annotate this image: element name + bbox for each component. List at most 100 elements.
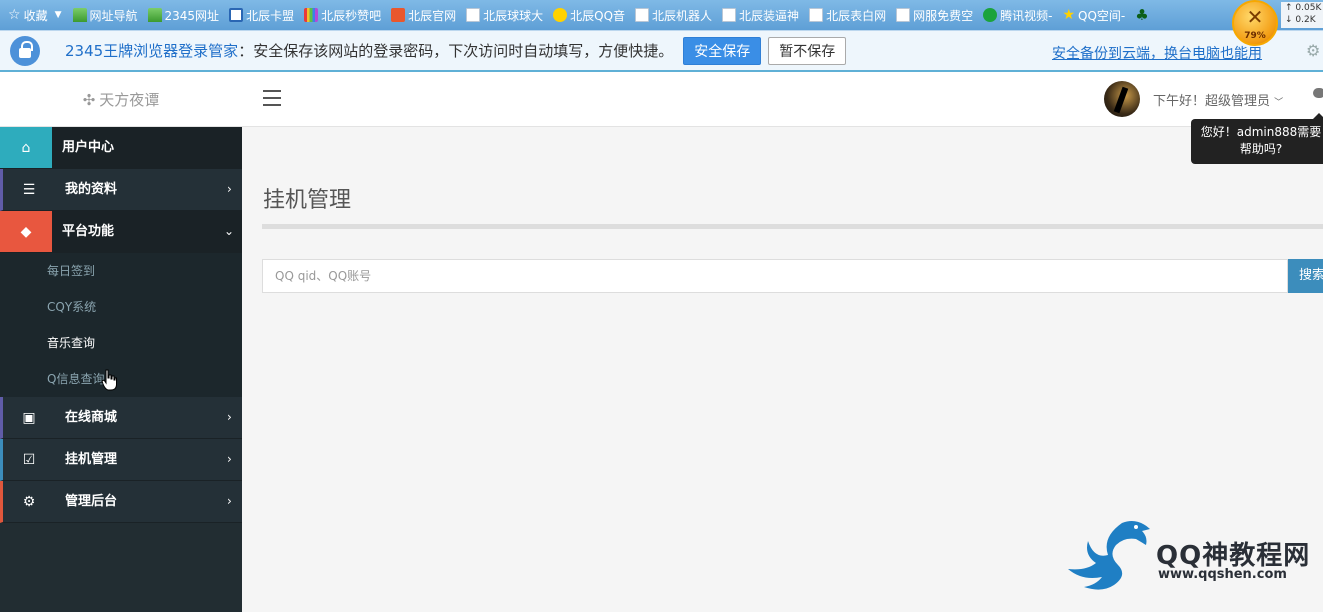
chevron-right-icon: › <box>227 494 232 508</box>
arrow-up-icon: ↑ <box>1285 3 1293 13</box>
fav-item-label: 北辰机器人 <box>652 8 713 23</box>
chevron-right-icon: › <box>227 410 232 424</box>
arrow-down-icon: ↓ <box>1285 15 1293 25</box>
greeting-text: 下午好！超级管理员 <box>1153 94 1271 109</box>
fav-item-tencent-video[interactable]: 腾讯视频- <box>978 7 1057 24</box>
house-icon <box>147 8 162 22</box>
list-icon: ☰ <box>22 181 36 198</box>
dragon-icon <box>1068 521 1150 590</box>
hand-cursor-icon <box>101 369 117 391</box>
help-tooltip: 您好！admin888需要帮助吗? <box>1191 113 1323 164</box>
checkbox-icon: ☑ <box>22 451 36 468</box>
sidebar-item-label: 管理后台 <box>65 494 118 509</box>
page-icon <box>466 8 481 22</box>
lock-icon <box>10 35 40 66</box>
brand-name: 天方夜谭 <box>99 91 160 109</box>
move-icon: ✣ <box>82 90 96 109</box>
menu-toggle-icon[interactable] <box>263 90 281 106</box>
fav-item-official[interactable]: 北辰官网 <box>386 7 461 24</box>
fav-item-qqmusic[interactable]: 北辰QQ音 <box>548 7 630 24</box>
star-outline-icon: ☆ <box>8 7 21 23</box>
fav-item-label: 网服免费空 <box>913 8 974 23</box>
fav-item-label: 腾讯视频- <box>1000 8 1053 23</box>
fav-item-free-space[interactable]: 网服免费空 <box>891 7 978 24</box>
fav-item-nav[interactable]: 网址导航 <box>68 7 143 24</box>
home-icon <box>391 8 406 22</box>
house-icon <box>72 8 87 22</box>
page-icon <box>896 8 911 22</box>
sidebar-item-admin[interactable]: ⚙ 管理后台 › <box>0 481 242 523</box>
cloud-backup-link[interactable]: 安全备份到云端，换台电脑也能用 <box>1052 43 1262 63</box>
wrench-icon: ✕ <box>1246 5 1264 29</box>
speed-ball-widget[interactable]: ✕ 79% <box>1232 0 1278 46</box>
fav-item-2345[interactable]: 2345网址 <box>143 7 225 24</box>
search-button[interactable]: 搜索 <box>1288 259 1323 293</box>
password-bar-message: ：安全保存该网站的登录密码，下次访问时自动填写，方便快捷。 <box>238 42 674 60</box>
favorites-bar: ☆ 收藏 ▼ 网址导航 2345网址 北辰卡盟 北辰秒赞吧 北辰官网 北辰球球大… <box>0 0 1323 30</box>
home-icon: ⌂ <box>0 127 52 168</box>
speed-percent: 79% <box>1244 31 1266 41</box>
chat-bubble-icon[interactable] <box>1313 88 1323 98</box>
submenu-item-music[interactable]: 音乐查询 <box>0 325 242 361</box>
password-bar-title: 2345王牌浏览器登录管家 <box>65 42 239 60</box>
brand-logo[interactable]: ✣ 天方夜谭 <box>0 72 242 127</box>
watermark-logo: QQ神教程网 www.qqshen.com <box>1062 515 1322 595</box>
star-icon: ★ <box>1062 7 1075 23</box>
page-icon <box>635 8 650 22</box>
sidebar: ⌂ 用户中心 ☰ 我的资料 › ◆ 平台功能 ⌄ 每日签到 CQY系统 音乐查询… <box>0 127 242 612</box>
fav-item-biaobai[interactable]: 北辰表白网 <box>804 7 891 24</box>
gear-icon: ⚙ <box>22 493 36 510</box>
sidebar-item-hosting[interactable]: ☑ 挂机管理 › <box>0 439 242 481</box>
fav-item-zhuangbi[interactable]: 北辰装逼神 <box>717 7 804 24</box>
not-save-button[interactable]: 暂不保存 <box>768 36 847 65</box>
fav-item-label: 北辰秒赞吧 <box>321 8 382 23</box>
fav-item-robot[interactable]: 北辰机器人 <box>630 7 717 24</box>
tags-icon: ◆ <box>0 211 52 252</box>
gear-icon[interactable]: ⚙ <box>1306 41 1320 60</box>
sidebar-item-label: 在线商城 <box>65 410 118 425</box>
fav-item-tree[interactable]: ♣ <box>1130 6 1153 24</box>
favorites-collect-button[interactable]: ☆ 收藏 ▼ <box>0 7 68 24</box>
gift-icon: ▣ <box>22 409 36 426</box>
sidebar-item-user-center[interactable]: ⌂ 用户中心 <box>0 127 242 169</box>
page-title: 挂机管理 <box>263 188 352 213</box>
fav-item-label: 北辰官网 <box>408 8 457 23</box>
sidebar-item-platform[interactable]: ◆ 平台功能 ⌄ <box>0 211 242 253</box>
fav-item-label: 网址导航 <box>89 8 138 23</box>
sidebar-item-shop[interactable]: ▣ 在线商城 › <box>0 397 242 439</box>
user-menu[interactable]: 下午好！超级管理员 ﹀ <box>1153 90 1283 109</box>
sidebar-item-my-profile[interactable]: ☰ 我的资料 › <box>0 169 242 211</box>
platform-submenu: 每日签到 CQY系统 音乐查询 Q信息查询 <box>0 253 242 397</box>
net-down-value: 0.2K <box>1295 15 1316 25</box>
password-manager-bar: 2345王牌浏览器登录管家 ：安全保存该网站的登录密码，下次访问时自动填写，方便… <box>0 30 1323 72</box>
fav-item-label: 北辰卡盟 <box>246 8 295 23</box>
safe-save-button[interactable]: 安全保存 <box>683 36 762 65</box>
avatar[interactable] <box>1104 81 1140 117</box>
bars-icon <box>304 8 319 22</box>
fav-item-qiuqiu[interactable]: 北辰球球大 <box>461 7 548 24</box>
fav-item-label: 北辰QQ音 <box>570 8 626 23</box>
page-icon <box>722 8 737 22</box>
chevron-down-icon: ⌄ <box>224 224 235 238</box>
play-icon <box>983 8 998 22</box>
watermark-url: www.qqshen.com <box>1158 567 1287 582</box>
windows-icon <box>229 8 244 22</box>
sidebar-item-label: 平台功能 <box>62 224 115 239</box>
fav-item-label: 北辰装逼神 <box>739 8 800 23</box>
submenu-item-qinfo[interactable]: Q信息查询 <box>0 361 242 397</box>
sidebar-item-label: 用户中心 <box>62 140 115 155</box>
title-divider <box>262 224 1323 229</box>
chevron-down-icon: ﹀ <box>1274 98 1284 108</box>
submenu-item-cqy[interactable]: CQY系统 <box>0 289 242 325</box>
chevron-right-icon: › <box>227 452 232 466</box>
fav-item-kamen[interactable]: 北辰卡盟 <box>224 7 299 24</box>
fav-item-label: 2345网址 <box>164 8 220 23</box>
fav-item-label: 北辰球球大 <box>483 8 544 23</box>
search-input[interactable]: QQ qid、QQ账号 <box>262 259 1288 293</box>
net-up-value: 0.05K <box>1295 3 1322 13</box>
app-header: ✣ 天方夜谭 下午好！超级管理员 ﹀ <box>0 72 1323 127</box>
fav-item-qzone[interactable]: ★ QQ空间- <box>1057 7 1130 24</box>
submenu-item-daily-signin[interactable]: 每日签到 <box>0 253 242 289</box>
fav-item-miaozan[interactable]: 北辰秒赞吧 <box>299 7 386 24</box>
tree-icon: ♣ <box>1135 6 1149 24</box>
